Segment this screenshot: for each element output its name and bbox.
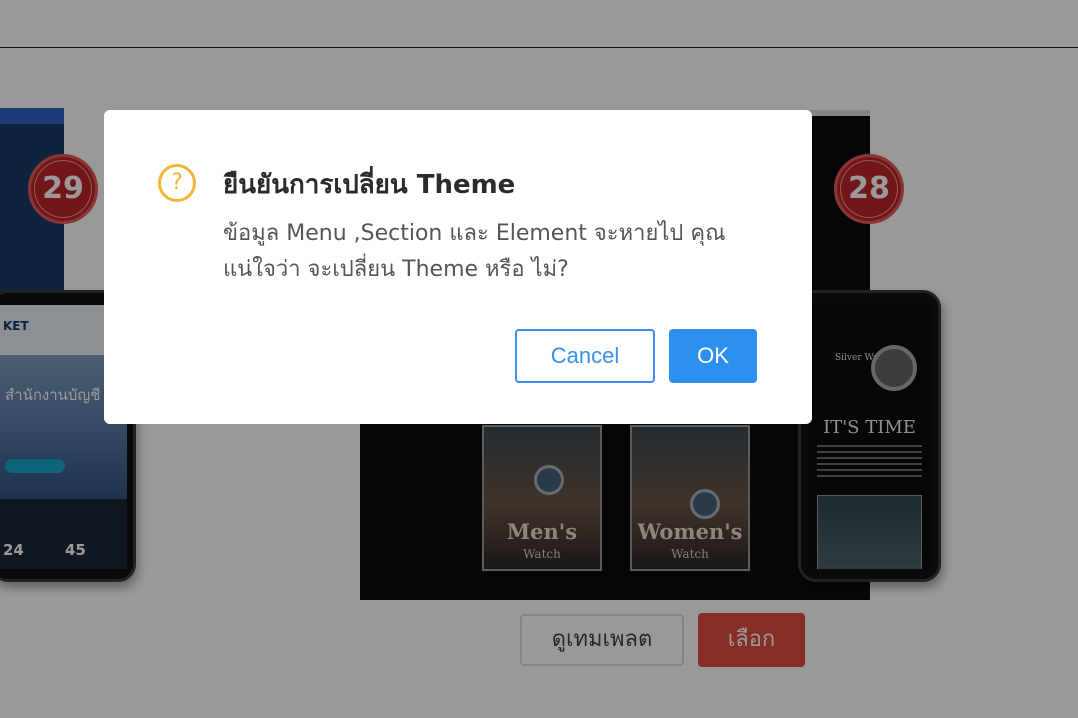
confirm-dialog: ? ยืนยันการเปลี่ยน Theme ข้อมูล Menu ,Se… (104, 110, 812, 424)
question-circle-icon: ? (158, 164, 196, 202)
ok-button[interactable]: OK (669, 329, 757, 383)
dialog-message: ข้อมูล Menu ,Section และ Element จะหายไป… (223, 221, 726, 282)
dialog-title: ยืนยันการเปลี่ยน Theme (223, 170, 516, 200)
cancel-button[interactable]: Cancel (515, 329, 655, 383)
